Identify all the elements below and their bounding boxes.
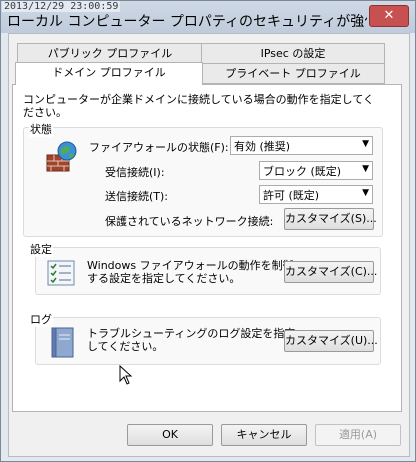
settings-description-line2: する設定を指定してください。	[87, 272, 241, 285]
customize-protected-connections-button[interactable]: カスタマイズ(S)...	[284, 208, 377, 230]
log-notebook-icon	[49, 327, 75, 362]
cancel-button[interactable]: キャンセル	[221, 424, 307, 446]
log-group-label: ログ	[29, 311, 53, 327]
inbound-connections-label: 受信接続(I):	[105, 166, 165, 179]
firewall-state-label: ファイアウォールの状態(F):	[89, 141, 229, 154]
chevron-down-icon: ▼	[362, 139, 369, 149]
profile-description: コンピューターが企業ドメインに接続している場合の動作を指定してください。	[23, 93, 375, 119]
protected-connections-label: 保護されているネットワーク接続:	[105, 215, 274, 228]
outbound-connections-label: 送信接続(T):	[105, 190, 169, 203]
ok-button[interactable]: OK	[127, 424, 213, 446]
timestamp-overlay: 2013/12/29 23:00:59	[2, 1, 121, 12]
log-description: トラブルシューティングのログ設定を指定 してください。	[87, 327, 295, 353]
tab-private-profile[interactable]: プライベート プロファイル	[201, 63, 385, 84]
window-title: ローカル コンピューター プロパティのセキュリティが強化された Windows	[7, 14, 367, 30]
firewall-state-value: 有効 (推奨)	[234, 140, 291, 153]
settings-group-label: 設定	[29, 241, 53, 257]
apply-button[interactable]: 適用(A)	[315, 424, 401, 446]
settings-checklist-icon	[47, 260, 75, 289]
dialog-window: ローカル コンピューター プロパティのセキュリティが強化された Windows …	[0, 0, 416, 462]
settings-description: Windows ファイアウォールの動作を制御 する設定を指定してください。	[87, 259, 294, 285]
log-description-line1: トラブルシューティングのログ設定を指定	[87, 327, 296, 340]
firewall-state-select[interactable]: 有効 (推奨) ▼	[230, 136, 373, 155]
tab-public-profile[interactable]: パブリック プロファイル	[17, 43, 203, 64]
outbound-connections-select[interactable]: 許可 (既定) ▼	[259, 185, 373, 204]
customize-settings-button[interactable]: カスタマイズ(C)...	[284, 261, 377, 283]
inbound-connections-value: ブロック (既定)	[263, 165, 342, 178]
settings-description-line1: Windows ファイアウォールの動作を制御	[87, 259, 294, 272]
tab-ipsec-settings[interactable]: IPsec の設定	[201, 43, 385, 64]
log-description-line2: してください。	[87, 340, 164, 353]
state-group-label: 状態	[29, 121, 53, 137]
chevron-down-icon: ▼	[362, 164, 369, 174]
tab-domain-profile[interactable]: ドメイン プロファイル	[15, 62, 203, 85]
close-button[interactable]: ✕	[369, 5, 409, 27]
outbound-connections-value: 許可 (既定)	[263, 189, 320, 202]
firewall-globe-icon	[45, 141, 81, 176]
chevron-down-icon: ▼	[362, 188, 369, 198]
customize-logging-button[interactable]: カスタマイズ(U)...	[284, 330, 378, 352]
mouse-pointer-icon	[119, 364, 133, 388]
inbound-connections-select[interactable]: ブロック (既定) ▼	[259, 161, 373, 180]
